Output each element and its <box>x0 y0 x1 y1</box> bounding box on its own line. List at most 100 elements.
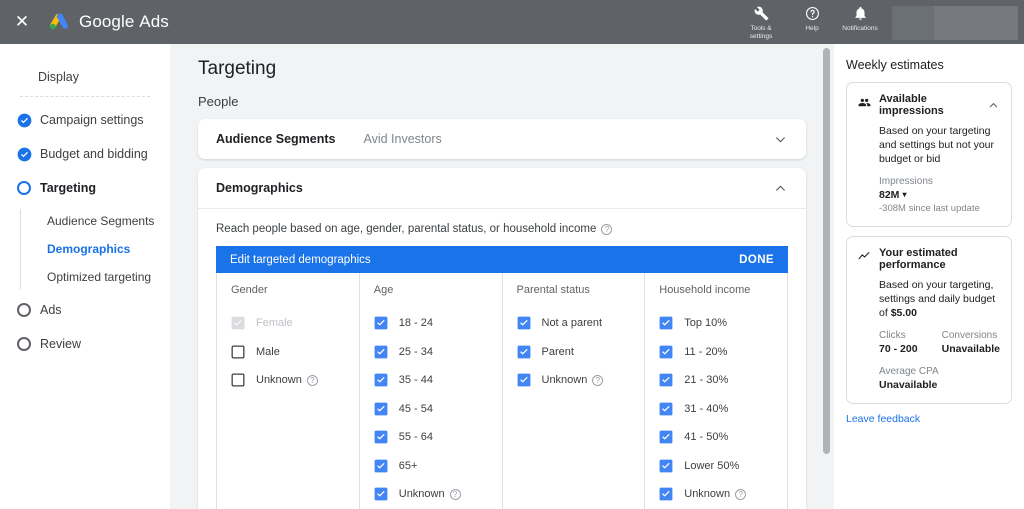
impressions-metric-note: -308M since last update <box>879 202 1000 215</box>
checkbox-checked-icon <box>659 316 673 330</box>
sidebar-item-display-label: Display <box>38 70 79 84</box>
tools-and-settings-button[interactable]: Tools & settings <box>734 3 788 40</box>
demographics-option[interactable]: 18 - 24 <box>374 309 502 338</box>
help-circle-icon[interactable]: ? <box>307 375 318 386</box>
edit-targeted-demographics-bar[interactable]: Edit targeted demographics DONE <box>216 246 788 273</box>
tools-and-settings-label: Tools & settings <box>750 25 772 40</box>
demographics-option-label: 21 - 30% <box>684 374 728 386</box>
account-name-placeholder <box>934 6 1018 40</box>
demographics-option: Female <box>231 309 359 338</box>
demographics-option-label-wrap: Top 10% <box>684 317 727 329</box>
checkbox-checked-icon <box>517 316 531 330</box>
demographics-option[interactable]: Parent <box>517 338 645 367</box>
clicks-label: Clicks <box>879 329 932 342</box>
check-circle-icon <box>12 113 36 128</box>
sidebar-item-campaign-settings[interactable]: Campaign settings <box>0 103 170 137</box>
demographics-option-label: Unknown <box>684 488 730 500</box>
circle-outline-icon <box>12 303 36 317</box>
demographics-option[interactable]: Unknown? <box>659 480 787 509</box>
sidebar-item-targeting[interactable]: Targeting <box>0 171 170 205</box>
checkbox-checked-icon <box>517 345 531 359</box>
demographics-option[interactable]: Male <box>231 338 359 367</box>
demographics-option[interactable]: Top 10% <box>659 309 787 338</box>
audience-segments-header[interactable]: Audience Segments Avid Investors <box>198 119 806 159</box>
help-circle-icon[interactable]: ? <box>601 224 612 235</box>
bell-icon <box>853 3 868 23</box>
demographics-option[interactable]: 65+ <box>374 452 502 481</box>
help-circle-icon[interactable]: ? <box>450 489 461 500</box>
sidebar-item-budget-and-bidding[interactable]: Budget and bidding <box>0 137 170 171</box>
sidebar-subitem-demographics-label: Demographics <box>47 242 130 256</box>
demographics-option-label: 11 - 20% <box>684 346 727 358</box>
main-scrollbar[interactable] <box>819 44 834 509</box>
sidebar-item-review[interactable]: Review <box>0 327 170 361</box>
demographics-option-label: 45 - 54 <box>399 403 433 415</box>
google-ads-brand: Google Ads <box>48 11 169 33</box>
demographics-option[interactable]: 25 - 34 <box>374 338 502 367</box>
demographics-option-label: 35 - 44 <box>399 374 433 386</box>
sidebar-subitem-optimized-targeting[interactable]: Optimized targeting <box>0 263 170 291</box>
demographics-option[interactable]: Lower 50% <box>659 452 787 481</box>
demographics-header[interactable]: Demographics <box>198 168 806 208</box>
done-button[interactable]: DONE <box>739 254 774 266</box>
page-title: Targeting <box>198 58 806 80</box>
available-impressions-card: Available impressions Based on your targ… <box>846 82 1012 227</box>
sidebar-item-ads[interactable]: Ads <box>0 293 170 327</box>
account-avatar <box>892 6 934 40</box>
checkbox-checked-icon <box>659 402 673 416</box>
demographics-column-title: Gender <box>231 284 359 296</box>
demographics-option-label-wrap: 31 - 40% <box>684 403 728 415</box>
close-icon[interactable]: ✕ <box>0 0 44 44</box>
demographics-option-label: 65+ <box>399 460 418 472</box>
demographics-option-label: Parent <box>542 346 574 358</box>
sidebar-subitem-optimized-targeting-label: Optimized targeting <box>47 270 151 284</box>
checkbox-checked-icon <box>374 487 388 501</box>
demographics-reach-text: Reach people based on age, gender, paren… <box>216 223 788 235</box>
demographics-option[interactable]: 21 - 30% <box>659 366 787 395</box>
account-selector[interactable] <box>892 6 1018 40</box>
demographics-option[interactable]: 31 - 40% <box>659 395 787 424</box>
sidebar-subitem-demographics[interactable]: Demographics <box>0 235 170 263</box>
circle-outline-icon <box>12 181 36 195</box>
audience-segments-title: Audience Segments <box>216 132 335 146</box>
impressions-metric-label: Impressions <box>879 175 1000 188</box>
sidebar-item-display[interactable]: Display <box>0 62 170 92</box>
demographics-option-label: 25 - 34 <box>399 346 433 358</box>
chevron-up-icon[interactable] <box>987 99 1000 112</box>
sidebar-subitem-audience-segments[interactable]: Audience Segments <box>0 207 170 235</box>
demographics-option-label-wrap: 65+ <box>399 460 418 472</box>
conversions-label: Conversions <box>942 329 1000 342</box>
google-ads-logo-icon <box>48 11 70 33</box>
estimated-performance-budget: $5.00 <box>891 307 917 319</box>
demographics-option[interactable]: 11 - 20% <box>659 338 787 367</box>
available-impressions-header[interactable]: Available impressions <box>858 93 1000 117</box>
demographics-option-label: 55 - 64 <box>399 431 433 443</box>
demographics-option[interactable]: Unknown? <box>231 366 359 395</box>
main-content: Targeting People Audience Segments Avid … <box>170 44 834 509</box>
help-circle-icon[interactable]: ? <box>735 489 746 500</box>
demographics-option-label-wrap: Unknown? <box>542 374 604 386</box>
notifications-button[interactable]: Notifications <box>836 3 884 33</box>
help-button[interactable]: Help <box>788 3 836 33</box>
help-circle-icon[interactable]: ? <box>592 375 603 386</box>
chevron-down-icon[interactable] <box>773 132 788 147</box>
checkbox-checked-icon <box>659 373 673 387</box>
chevron-up-icon[interactable] <box>773 181 788 196</box>
demographics-card: Demographics Reach people based on age, … <box>198 168 806 509</box>
demographics-option[interactable]: Not a parent <box>517 309 645 338</box>
demographics-body: Reach people based on age, gender, paren… <box>198 208 806 509</box>
demographics-option[interactable]: 45 - 54 <box>374 395 502 424</box>
demographics-option[interactable]: 41 - 50% <box>659 423 787 452</box>
demographics-option-label: 31 - 40% <box>684 403 728 415</box>
demographics-option[interactable]: Unknown? <box>517 366 645 395</box>
main-scrollbar-thumb[interactable] <box>823 48 830 454</box>
leave-feedback-link[interactable]: Leave feedback <box>846 413 1012 425</box>
demographics-column-title: Household income <box>659 284 787 296</box>
demographics-option[interactable]: Unknown? <box>374 480 502 509</box>
demographics-option[interactable]: 55 - 64 <box>374 423 502 452</box>
estimated-performance-header: Your estimated performance <box>858 247 1000 271</box>
demographics-option-label-wrap: 41 - 50% <box>684 431 728 443</box>
checkbox-checked-icon <box>659 487 673 501</box>
demographics-option[interactable]: 35 - 44 <box>374 366 502 395</box>
average-cpa-label: Average CPA <box>879 365 1000 378</box>
